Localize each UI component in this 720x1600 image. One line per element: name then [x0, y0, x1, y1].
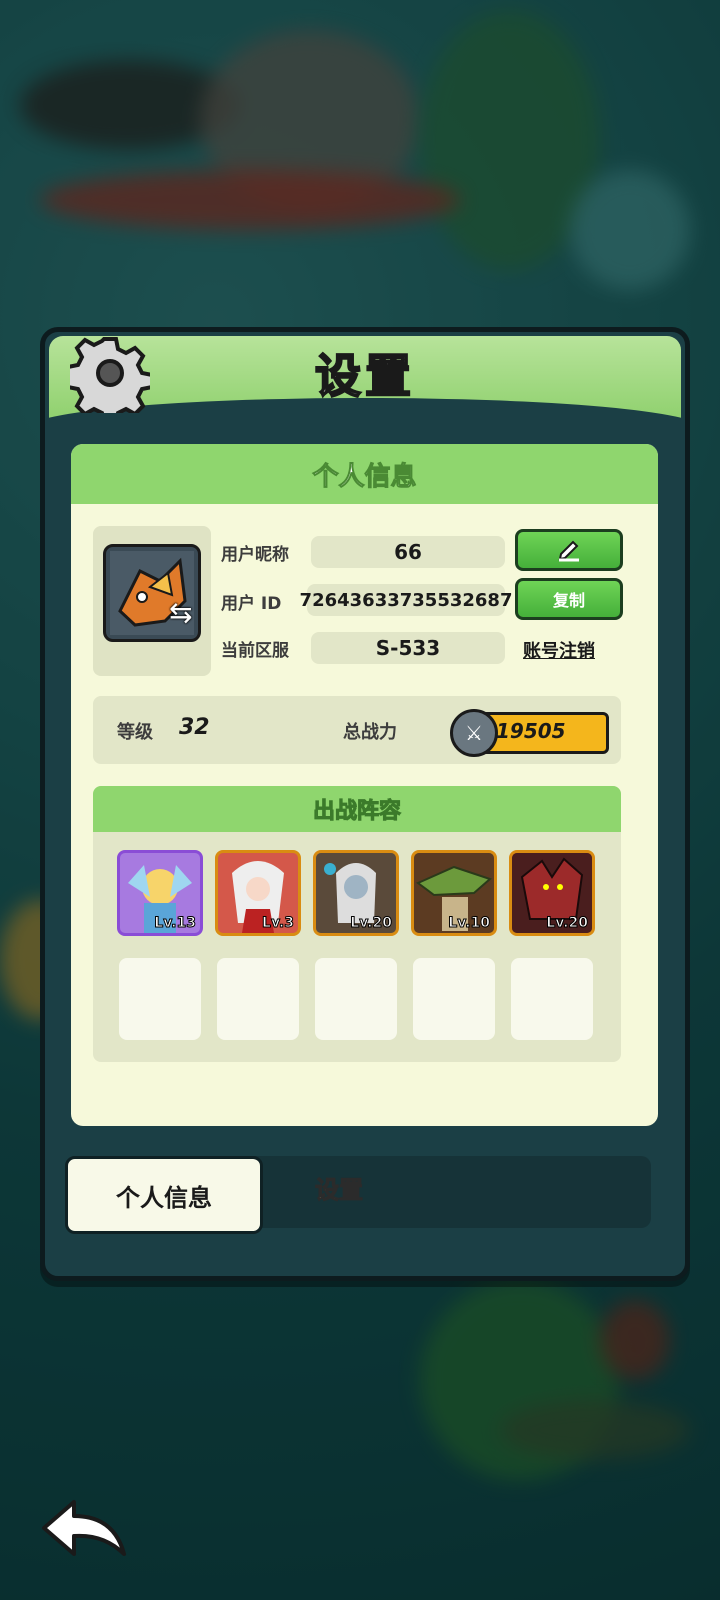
- tab-profile[interactable]: 个人信息: [65, 1156, 263, 1234]
- power-label: 总战力: [343, 722, 397, 743]
- copy-id-button[interactable]: 复制: [515, 578, 623, 620]
- hero-slot-3[interactable]: Lv.20: [313, 850, 399, 936]
- back-arrow-icon[interactable]: [40, 1498, 130, 1562]
- empty-slot[interactable]: [217, 958, 299, 1040]
- empty-slot[interactable]: [315, 958, 397, 1040]
- hero-level: Lv.10: [448, 915, 491, 932]
- hero-level: Lv.20: [350, 915, 393, 932]
- crossed-swords-icon: ⚔: [450, 709, 498, 757]
- profile-card: 个人信息 ⇆ 用户昵称 66 用户 ID 72643633735532687 复…: [71, 444, 658, 1126]
- hero-slot-2[interactable]: Lv.3: [215, 850, 301, 936]
- team-lineup: 出战阵容 Lv.13 Lv.3 Lv.20 Lv.10 Lv.20: [93, 786, 621, 1062]
- nickname-field: 66: [311, 536, 505, 568]
- settings-panel: 设置 个人信息 ⇆ 用户昵称 66 用户 ID 7264363373553268…: [40, 327, 690, 1281]
- edit-nickname-button[interactable]: [515, 529, 623, 571]
- nickname-label: 用户昵称: [221, 545, 289, 565]
- delete-account-link[interactable]: 账号注销: [523, 637, 595, 663]
- power-badge: ⚔ 19505: [450, 709, 609, 757]
- page-title: 设置: [314, 348, 415, 404]
- user-id-field: 72643633735532687: [300, 584, 512, 616]
- server-field: S-533: [311, 632, 505, 664]
- empty-slot[interactable]: [413, 958, 495, 1040]
- level-value: 32: [179, 715, 210, 740]
- tab-bar: 个人信息 设置: [65, 1156, 651, 1234]
- empty-slot[interactable]: [119, 958, 201, 1040]
- user-id-label: 用户 ID: [221, 594, 282, 614]
- empty-slot[interactable]: [511, 958, 593, 1040]
- hero-slot-5[interactable]: Lv.20: [509, 850, 595, 936]
- stats-bar: 等级 32 总战力 ⚔ 19505: [93, 696, 621, 764]
- hero-slot-1[interactable]: Lv.13: [117, 850, 203, 936]
- swap-avatar-icon[interactable]: ⇆: [169, 596, 203, 630]
- level-label: 等级: [117, 722, 153, 743]
- tab-settings[interactable]: 设置: [315, 1170, 364, 1205]
- hero-level: Lv.13: [154, 915, 197, 932]
- pencil-icon: [558, 540, 579, 562]
- profile-section-title: 个人信息: [71, 444, 658, 504]
- hero-level: Lv.3: [262, 915, 295, 932]
- server-label: 当前区服: [221, 641, 289, 661]
- power-value: 19505: [496, 719, 566, 743]
- avatar-container: ⇆: [93, 526, 211, 676]
- panel-header: 设置: [49, 336, 681, 428]
- hero-slot-4[interactable]: Lv.10: [411, 850, 497, 936]
- team-title: 出战阵容: [93, 786, 621, 832]
- hero-level: Lv.20: [546, 915, 589, 932]
